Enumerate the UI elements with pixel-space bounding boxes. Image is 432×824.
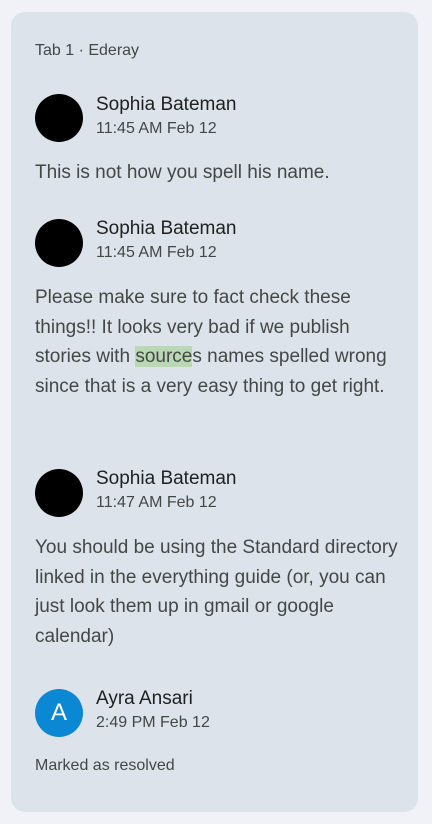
comment-timestamp: 11:45 AM Feb 12: [96, 244, 217, 261]
highlighted-text[interactable]: source: [135, 346, 193, 367]
comment-author: Ayra Ansari: [96, 688, 193, 709]
avatar: [35, 94, 83, 142]
comment-text: You should be using the Standard directo…: [35, 537, 398, 647]
tab-label: Tab 1 · Ederay: [35, 42, 140, 59]
comment-text: Please make sure to fact check these thi…: [35, 283, 405, 401]
comment-text: This is not how you spell his name.: [35, 162, 330, 183]
avatar: A: [35, 689, 83, 737]
comment-author: Sophia Bateman: [96, 94, 237, 115]
comment-timestamp: 11:47 AM Feb 12: [96, 494, 217, 511]
comment-author: Sophia Bateman: [96, 468, 237, 489]
avatar: [35, 469, 83, 517]
comment-thread-card: Tab 1 · Ederay Sophia Bateman 11:45 AM F…: [11, 12, 418, 812]
comment-author: Sophia Bateman: [96, 218, 237, 239]
comment-timestamp: 11:45 AM Feb 12: [96, 120, 217, 137]
avatar: [35, 219, 83, 267]
resolved-status: Marked as resolved: [35, 757, 175, 774]
comment-timestamp: 2:49 PM Feb 12: [96, 714, 210, 731]
